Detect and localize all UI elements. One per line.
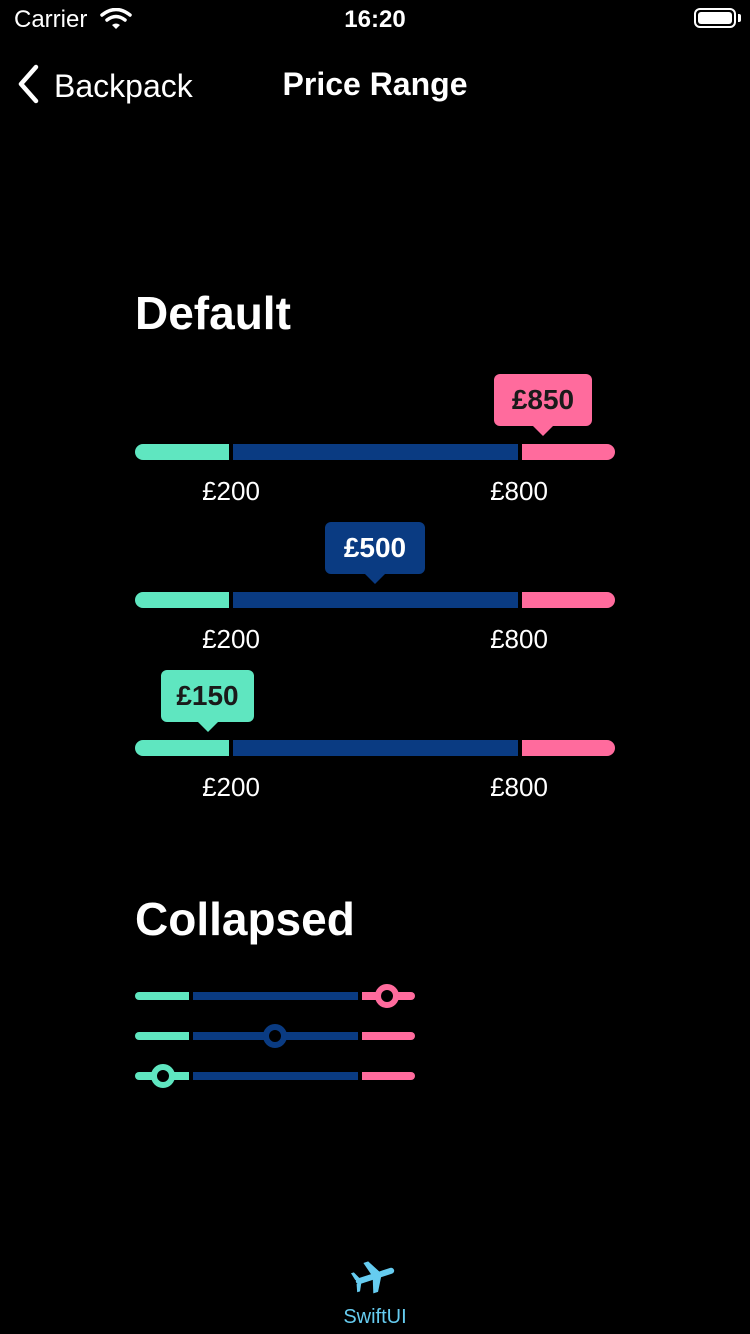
collapsed-price-slider[interactable]	[135, 1064, 415, 1088]
range-within-segment	[233, 592, 518, 608]
range-above-segment	[522, 592, 615, 608]
range-below-segment	[135, 1032, 189, 1040]
range-within-segment	[233, 740, 518, 756]
collapsed-price-slider[interactable]	[135, 1024, 415, 1048]
price-bubble: £850	[494, 374, 592, 436]
range-above-segment	[522, 444, 615, 460]
max-price-label: £800	[490, 624, 548, 654]
collapsed-price-slider[interactable]	[135, 984, 415, 1008]
back-button[interactable]: Backpack	[16, 64, 193, 109]
section-title-collapsed: Collapsed	[135, 893, 355, 945]
airplane-icon	[350, 1256, 399, 1301]
chevron-left-icon	[16, 64, 42, 109]
min-price-label: £200	[202, 772, 260, 802]
tab-label: SwiftUI	[343, 1306, 407, 1328]
slider-thumb[interactable]	[375, 984, 399, 1008]
status-time: 16:20	[344, 6, 406, 33]
range-above-segment	[522, 740, 615, 756]
range-below-segment	[135, 740, 229, 756]
max-price-label: £800	[490, 772, 548, 802]
price-range-slider[interactable]	[135, 444, 615, 460]
range-within-segment	[233, 444, 518, 460]
range-below-segment	[135, 592, 229, 608]
price-bubble: £150	[161, 670, 254, 732]
price-bubble: £500	[325, 522, 425, 584]
range-below-segment	[135, 992, 189, 1000]
max-price-label: £800	[490, 476, 548, 506]
slider-thumb[interactable]	[263, 1024, 287, 1048]
price-range-slider[interactable]	[135, 740, 615, 756]
min-price-label: £200	[202, 624, 260, 654]
battery-tip	[738, 14, 741, 22]
slider-thumb[interactable]	[151, 1064, 175, 1088]
range-within-segment	[193, 1072, 358, 1080]
min-price-label: £200	[202, 476, 260, 506]
status-bar: Carrier 16:20	[0, 0, 750, 40]
range-above-segment	[362, 1072, 415, 1080]
range-below-segment	[135, 444, 229, 460]
battery-icon	[694, 8, 736, 28]
range-within-segment	[193, 992, 358, 1000]
tab-bar: SwiftUI	[0, 1250, 750, 1334]
price-range-slider[interactable]	[135, 592, 615, 608]
section-title-default: Default	[135, 287, 291, 339]
tab-swiftui[interactable]: SwiftUI	[325, 1250, 425, 1334]
navigation-bar: Price Range Backpack	[0, 54, 750, 114]
range-above-segment	[362, 1032, 415, 1040]
back-button-label: Backpack	[54, 68, 193, 104]
